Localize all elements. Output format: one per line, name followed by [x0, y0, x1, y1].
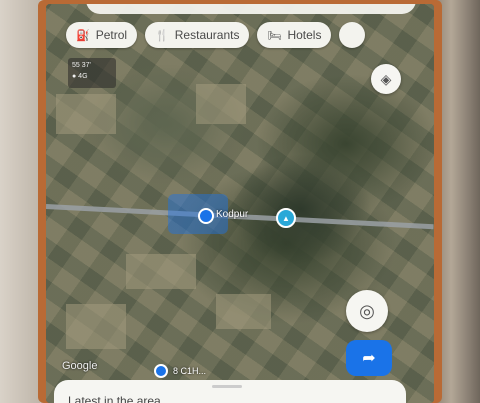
chip-more[interactable] [339, 22, 366, 48]
hotel-icon: 🛏 [267, 29, 282, 42]
plus-code[interactable]: 8 C1H... [154, 364, 206, 378]
location-dot-icon [154, 364, 168, 378]
chip-label: Hotels [287, 28, 322, 42]
status-info-box: 55 37' ● 4G [68, 58, 116, 88]
layers-icon: ◈ [380, 70, 392, 87]
field-patch [56, 94, 116, 134]
directions-button[interactable]: ➦ [346, 340, 392, 376]
field-patch [126, 254, 196, 289]
chip-label: Petrol [95, 28, 128, 42]
layers-button[interactable]: ◈ [371, 64, 401, 94]
search-bar[interactable] [86, 4, 416, 14]
chip-petrol[interactable]: ⛽ Petrol [66, 22, 138, 48]
chip-label: Restaurants [174, 28, 240, 42]
info-line-1: 55 37' [72, 62, 91, 69]
sheet-title: Latest in the area [68, 394, 161, 403]
place-pin-icon[interactable]: ▲ [276, 208, 296, 228]
chip-restaurants[interactable]: 🍴 Restaurants [145, 22, 250, 48]
google-attribution: Google [62, 360, 98, 372]
fuel-icon: ⛽ [76, 29, 90, 42]
field-patch [196, 84, 246, 124]
field-patch [66, 304, 126, 349]
crosshair-icon: ◎ [359, 300, 375, 321]
field-patch [216, 294, 271, 329]
directions-icon: ➦ [362, 350, 376, 367]
place-label[interactable]: Kodpur [216, 209, 248, 220]
chip-hotels[interactable]: 🛏 Hotels [257, 22, 332, 48]
current-location-dot [198, 208, 214, 224]
my-location-button[interactable]: ◎ [346, 290, 388, 332]
bottom-sheet[interactable]: Latest in the area [54, 380, 406, 403]
plus-code-text: 8 C1H... [173, 366, 207, 376]
photo-background-left [0, 0, 40, 403]
category-chips: ⛽ Petrol 🍴 Restaurants 🛏 Hotels [66, 22, 366, 48]
sheet-drag-handle[interactable] [212, 385, 242, 388]
map-screen: ⛽ Petrol 🍴 Restaurants 🛏 Hotels 55 37' ●… [46, 4, 434, 403]
restaurant-icon: 🍴 [155, 29, 169, 42]
info-line-2: ● 4G [72, 73, 88, 80]
